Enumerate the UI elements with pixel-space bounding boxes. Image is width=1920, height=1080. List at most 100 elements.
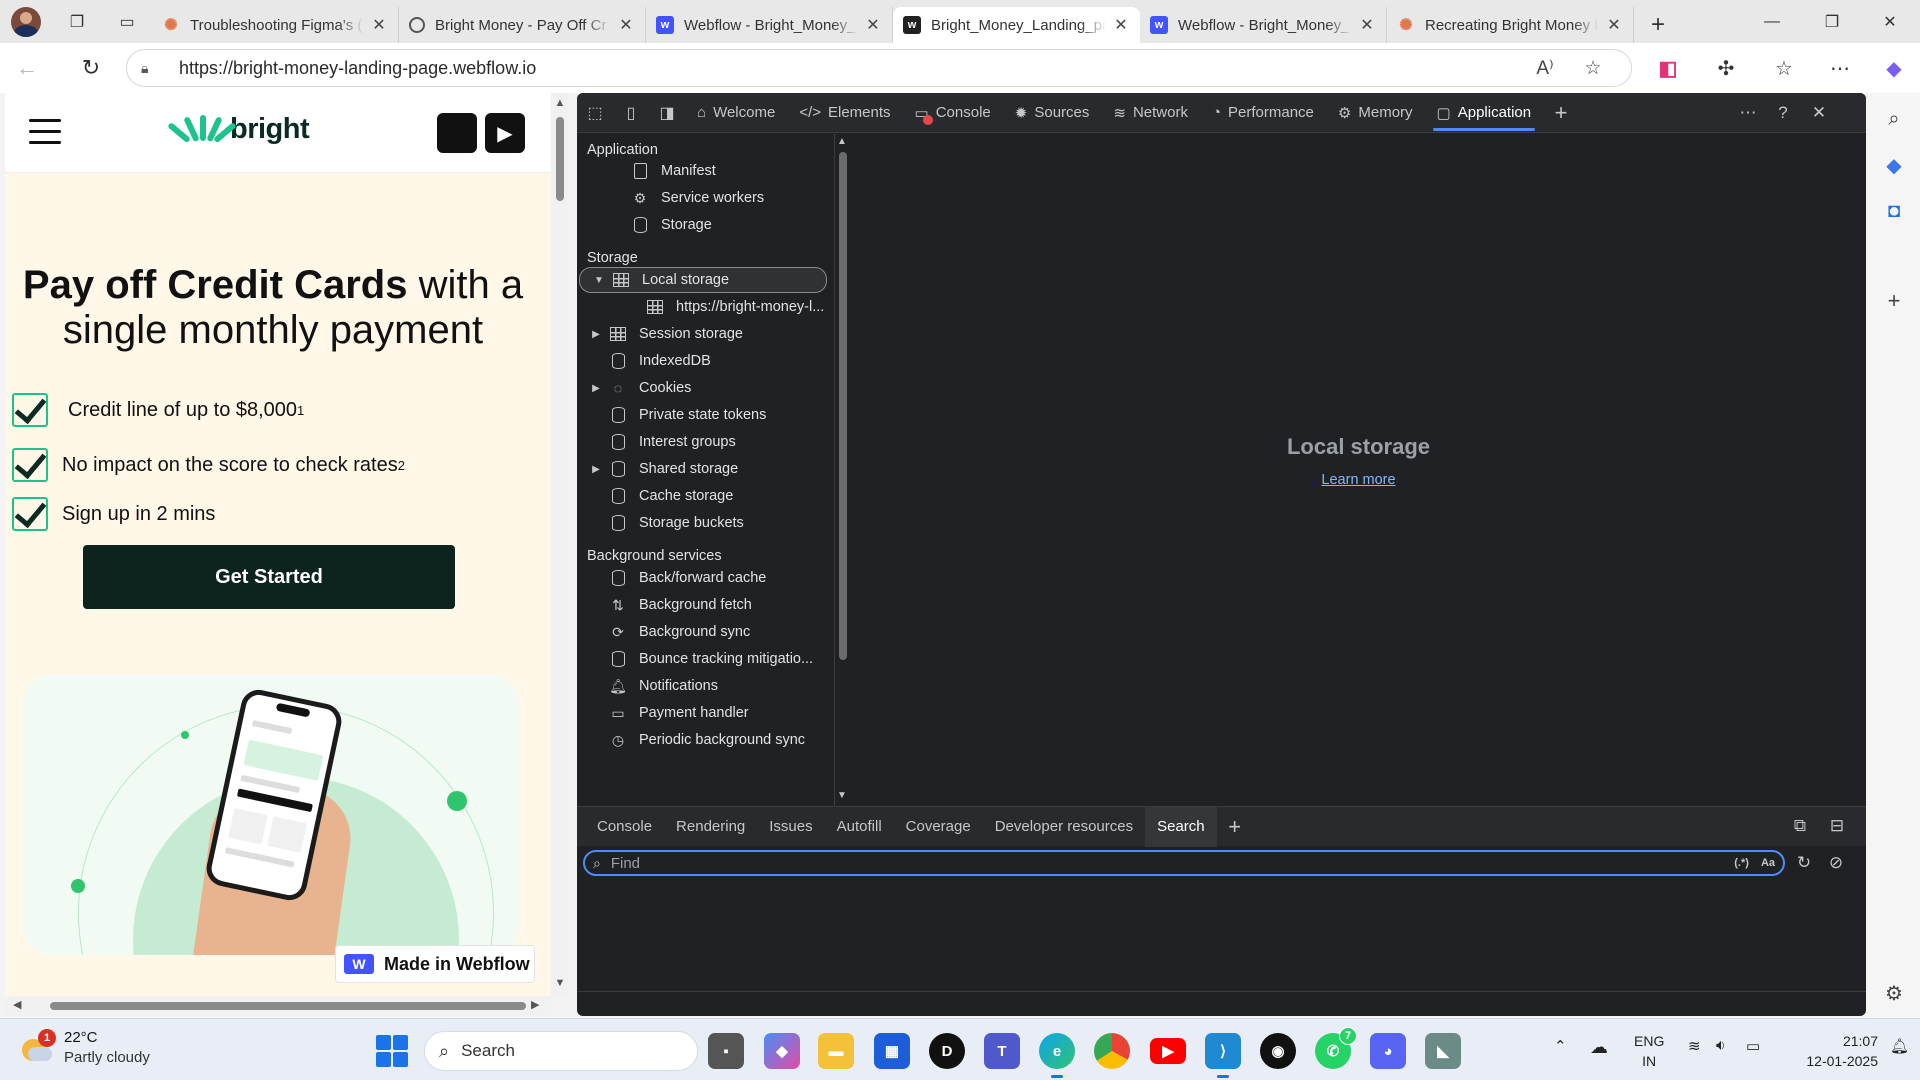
device-emulation-icon[interactable]: ▯ [613, 93, 649, 133]
teams-icon[interactable]: T [984, 1033, 1020, 1069]
sidebar-item-interest-groups[interactable]: Interest groups [577, 429, 825, 455]
scroll-right-icon[interactable]: ▶ [531, 998, 539, 1011]
browser-tab[interactable]: ✺ Recreating Bright Money I ✕ [1387, 7, 1634, 43]
customize-devtools-icon[interactable]: ⋯ [1730, 93, 1766, 133]
expanded-arrow-icon[interactable]: ▼ [588, 275, 610, 286]
language-indicator[interactable]: ENG IN [1634, 1031, 1664, 1071]
url-text[interactable]: https://bright-money-landing-page.webflo… [179, 58, 1521, 79]
volume-icon[interactable]: 🔉︎ [1716, 1037, 1725, 1054]
sidebar-item-local-storage-origin[interactable]: https://bright-money-l... [577, 294, 825, 320]
tab-console[interactable]: ▭ Console [903, 93, 1003, 133]
sidebar-item-shared-storage[interactable]: ▶ Shared storage [577, 456, 825, 482]
add-sidebar-app-icon[interactable]: + [1868, 281, 1920, 321]
scroll-down-icon[interactable]: ▼ [837, 790, 847, 801]
scrollbar-thumb[interactable] [839, 152, 847, 660]
search-icon[interactable]: ⌕ [1868, 99, 1920, 139]
sidebar-item-background-fetch[interactable]: ⇅ Background fetch [577, 592, 825, 618]
sidebar-item-session-storage[interactable]: ▶ Session storage [577, 321, 825, 347]
taskbar-search-box[interactable]: ⌕ Search [424, 1031, 698, 1071]
close-tab-icon[interactable]: ✕ [864, 15, 882, 35]
sidebar-item-background-sync[interactable]: ⟳ Background sync [577, 619, 825, 645]
sidebar-item-back-forward-cache[interactable]: Back/forward cache [577, 565, 825, 591]
sidebar-item-storage[interactable]: Storage [577, 212, 825, 238]
copilot-app-icon[interactable]: ◆ [764, 1033, 800, 1069]
chrome-icon[interactable] [1094, 1033, 1130, 1069]
show-hidden-icons-icon[interactable]: ⌃ [1554, 1037, 1567, 1055]
play-store-icon[interactable]: ▶ [485, 113, 525, 153]
sidebar-item-service-workers[interactable]: ⚙ Service workers [577, 185, 825, 211]
refresh-search-icon[interactable]: ↻ [1790, 850, 1818, 876]
sidebar-item-cache-storage[interactable]: Cache storage [577, 483, 825, 509]
browser-tab[interactable]: w Webflow - Bright_Money_ ✕ [1140, 7, 1387, 43]
close-window-icon[interactable]: ✕ [1860, 0, 1920, 43]
dock-side-icon[interactable]: ◨ [649, 93, 685, 133]
discord-icon[interactable]: ◕ [1370, 1033, 1406, 1069]
help-icon[interactable]: ? [1765, 93, 1801, 133]
scrollbar-thumb[interactable] [556, 117, 564, 201]
dell-icon[interactable]: D [929, 1033, 965, 1069]
search-find-input[interactable]: ⌕ Find (.*) Aa [583, 850, 1785, 876]
tab-actions-icon[interactable]: ▭ [102, 0, 152, 43]
add-drawer-tab-icon[interactable]: + [1217, 814, 1253, 840]
extensions-puzzle-icon[interactable]: ✣ [1700, 43, 1752, 93]
browser-tab-active[interactable]: w Bright_Money_Landing_pa ✕ [893, 7, 1140, 43]
wifi-icon[interactable]: ≋ [1688, 1037, 1701, 1055]
edge-browser-icon[interactable]: e [1039, 1033, 1075, 1078]
scroll-down-icon[interactable]: ▼ [551, 977, 569, 989]
apple-store-icon[interactable] [437, 113, 477, 153]
sidebar-item-storage-buckets[interactable]: Storage buckets [577, 510, 825, 536]
get-started-button[interactable]: Get Started [83, 545, 455, 609]
new-tab-icon[interactable]: + [1634, 7, 1682, 43]
browser-tab[interactable]: Bright Money - Pay Off Cr ✕ [399, 7, 646, 43]
collapsed-arrow-icon[interactable]: ▶ [585, 464, 607, 475]
drawer-layout-icon[interactable]: ⊟ [1819, 806, 1855, 846]
outlook-icon[interactable]: ◘ [1868, 191, 1920, 231]
tab-memory[interactable]: ⚙ Memory [1326, 93, 1425, 133]
drawer-tab-developer-resources[interactable]: Developer resources [983, 807, 1145, 847]
sidebar-item-bounce-tracking[interactable]: Bounce tracking mitigatio... [577, 646, 825, 672]
system-clock[interactable]: 21:07 12-01-2025 [1788, 1031, 1878, 1071]
tab-performance[interactable]: ◔ Performance [1200, 93, 1326, 133]
close-tab-icon[interactable]: ✕ [617, 15, 635, 35]
page-horizontal-scrollbar[interactable]: ◀ ▶ [5, 996, 551, 1016]
back-icon[interactable]: ← [0, 43, 54, 93]
browser-tab[interactable]: w Webflow - Bright_Money_ ✕ [646, 7, 893, 43]
sidebar-item-local-storage[interactable]: ▼ Local storage [579, 267, 827, 293]
microsoft-store-icon[interactable]: ▦ [874, 1033, 910, 1069]
onedrive-cloud-icon[interactable]: ☁ [1590, 1037, 1608, 1058]
tab-welcome[interactable]: ⌂ Welcome [685, 93, 787, 133]
sidebar-item-manifest[interactable]: Manifest [577, 158, 825, 184]
extension-icon[interactable]: ◧ [1642, 43, 1694, 93]
drawer-tab-search[interactable]: Search [1145, 806, 1217, 847]
match-case-toggle[interactable]: Aa [1761, 857, 1775, 869]
github-icon[interactable]: ◉ [1260, 1033, 1296, 1069]
sidebar-item-periodic-background-sync[interactable]: ◷ Periodic background sync [577, 727, 825, 753]
close-tab-icon[interactable]: ✕ [1605, 15, 1623, 35]
undock-drawer-icon[interactable]: ⧉ [1782, 806, 1818, 846]
task-view-icon[interactable]: ▪ [708, 1033, 744, 1069]
favorite-star-icon[interactable]: ☆ [1569, 57, 1617, 80]
more-menu-icon[interactable]: ⋯ [1814, 43, 1866, 93]
drawer-tab-issues[interactable]: Issues [757, 807, 824, 847]
regex-toggle[interactable]: (.*) [1734, 857, 1749, 869]
scroll-up-icon[interactable]: ▲ [551, 97, 569, 109]
sidebar-item-notifications[interactable]: 🔔︎ Notifications [577, 673, 825, 699]
scroll-left-icon[interactable]: ◀ [13, 998, 21, 1011]
settings-gear-icon[interactable]: ⚙ [1868, 973, 1920, 1013]
shopping-tag-icon[interactable]: ◆ [1868, 145, 1920, 185]
bright-logo[interactable]: bright [167, 113, 310, 146]
close-tab-icon[interactable]: ✕ [370, 15, 388, 35]
tab-elements[interactable]: </> Elements [787, 93, 902, 133]
inspect-element-icon[interactable]: ⬚ [577, 93, 613, 133]
page-vertical-scrollbar[interactable]: ▲ ▼ [551, 93, 569, 996]
tab-network[interactable]: ≋ Network [1101, 93, 1200, 133]
copilot-icon[interactable]: ◆ [1868, 43, 1920, 93]
drawer-tab-console[interactable]: Console [585, 807, 664, 847]
battery-icon[interactable]: ▭ [1746, 1037, 1760, 1055]
collapsed-arrow-icon[interactable]: ▶ [585, 329, 607, 340]
close-tab-icon[interactable]: ✕ [1112, 15, 1130, 35]
notification-bell-icon[interactable]: 🔔︎ [1890, 1037, 1909, 1055]
browser-tab[interactable]: ✺ Troubleshooting Figma's ( ✕ [152, 7, 399, 43]
sidebar-item-cookies[interactable]: ▶ ◌ Cookies [577, 375, 825, 401]
sidebar-scrollbar[interactable]: ▲ ▼ [835, 134, 851, 806]
